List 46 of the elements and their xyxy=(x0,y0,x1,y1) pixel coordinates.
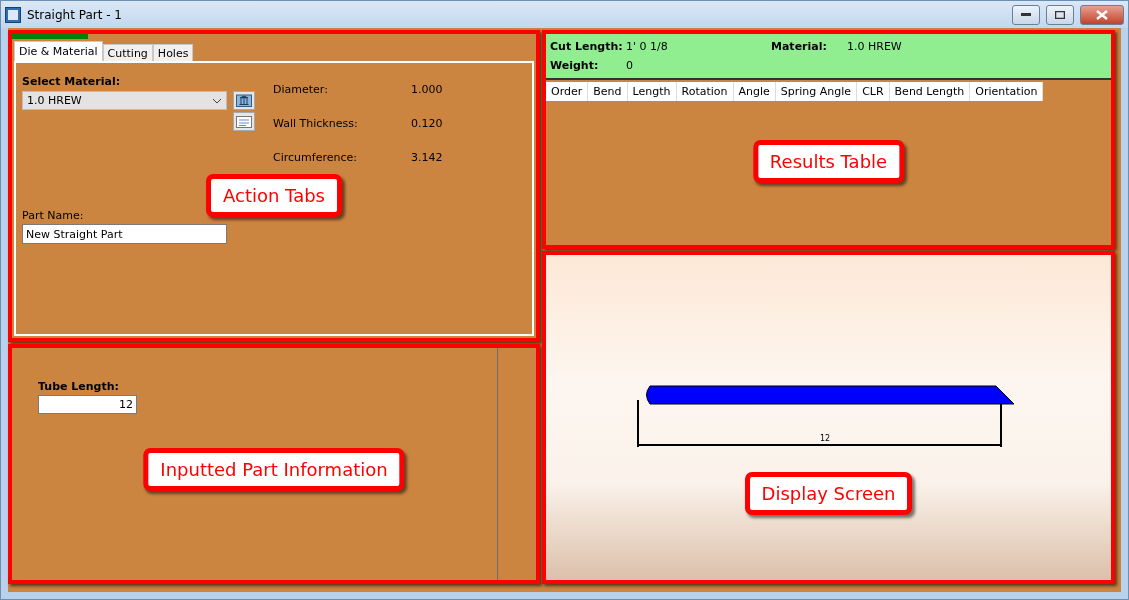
part-name-field[interactable]: New Straight Part xyxy=(22,224,227,244)
property-value: 3.142 xyxy=(411,151,443,164)
close-icon xyxy=(1096,9,1108,20)
tube-length-field[interactable]: 12 xyxy=(38,395,137,414)
tab[interactable]: Cutting xyxy=(102,44,153,61)
chevron-down-icon xyxy=(212,97,222,104)
minimize-icon xyxy=(1021,12,1031,17)
callout-label: Action Tabs xyxy=(206,174,342,217)
tube-length-label: Tube Length: xyxy=(38,380,120,393)
weight-label: Weight: xyxy=(550,59,600,72)
column-header[interactable]: Bend Length xyxy=(889,82,971,101)
app-logo-icon xyxy=(5,6,21,23)
library-button[interactable] xyxy=(233,91,255,110)
material-dropdown[interactable]: 1.0 HREW xyxy=(22,91,227,110)
material-value: 1.0 HREW xyxy=(847,40,903,53)
property-label: Diameter: xyxy=(273,83,329,96)
column-header[interactable]: Orientation xyxy=(970,82,1044,101)
property-value: 1.000 xyxy=(411,83,443,96)
property-label: Wall Thickness: xyxy=(273,117,359,130)
property-label: Circumference: xyxy=(273,151,358,164)
close-button[interactable] xyxy=(1080,4,1124,25)
column-header[interactable]: CLR xyxy=(857,82,890,101)
weight-value: 0 xyxy=(626,59,634,72)
column-header[interactable]: Bend xyxy=(588,82,628,101)
minimize-button[interactable] xyxy=(1012,4,1040,25)
callout-label: Inputted Part Information xyxy=(143,448,405,491)
property-value: 0.120 xyxy=(411,117,443,130)
material-label: Material: xyxy=(771,40,828,53)
column-header[interactable]: Rotation xyxy=(676,82,734,101)
maximize-button[interactable] xyxy=(1046,4,1074,25)
window-title: Straight Part - 1 xyxy=(27,7,123,22)
cut-length-label: Cut Length: xyxy=(550,40,624,53)
select-material-label: Select Material: xyxy=(22,75,122,88)
callout-label: Display Screen xyxy=(744,472,913,515)
tab[interactable]: Holes xyxy=(152,44,194,61)
part-name-label: Part Name: xyxy=(22,209,85,222)
maximize-icon xyxy=(1055,10,1065,19)
cut-length-value: 1' 0 1/8 xyxy=(626,40,669,53)
callout-label: Results Table xyxy=(752,140,905,183)
tab[interactable]: Die & Material xyxy=(14,41,103,61)
dimension-label: 12 xyxy=(819,434,830,443)
list-button[interactable] xyxy=(233,112,255,131)
column-header[interactable]: Spring Angle xyxy=(775,82,858,101)
column-header[interactable]: Order xyxy=(546,82,589,101)
column-header[interactable]: Length xyxy=(627,82,677,101)
column-header[interactable]: Angle xyxy=(733,82,776,101)
